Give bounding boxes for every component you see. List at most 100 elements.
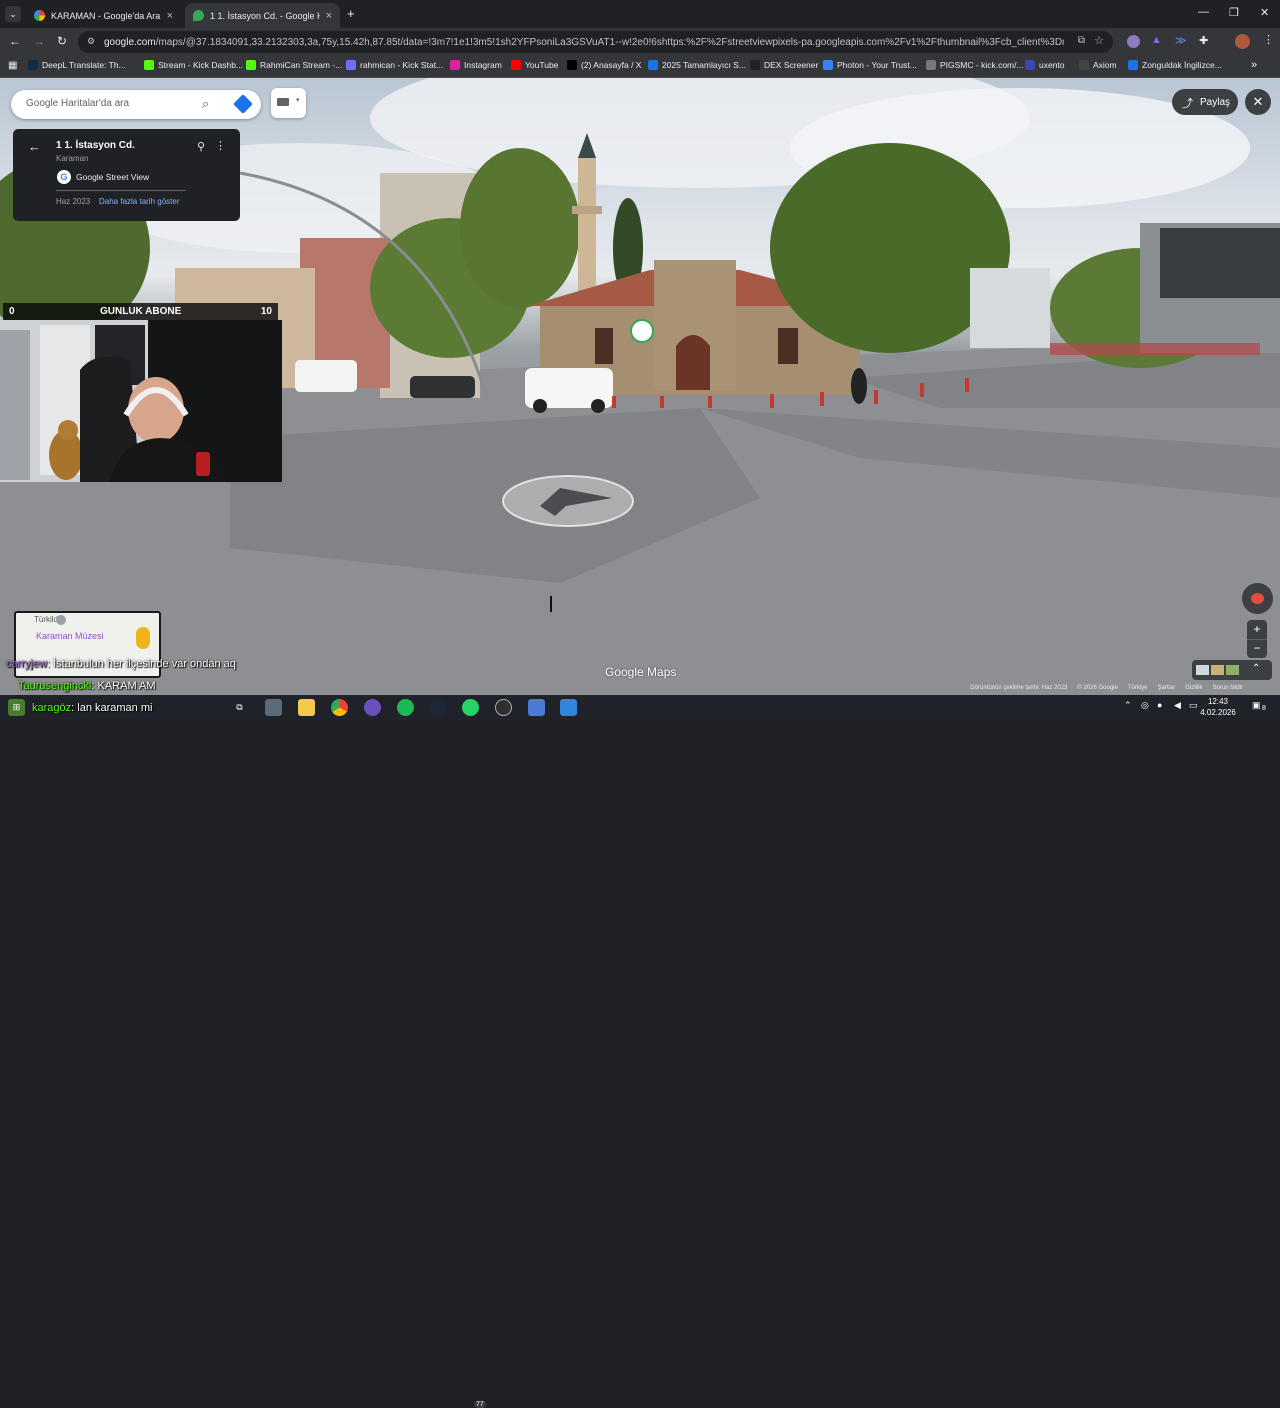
bookmark-item[interactable]: 2025 Tamamlayıcı S...: [648, 60, 746, 70]
network-icon[interactable]: ▭: [1189, 700, 1198, 711]
tab-search-button[interactable]: ⌄: [5, 6, 21, 22]
keyboard-icon: [277, 98, 289, 106]
bookmark-item[interactable]: Axiom: [1079, 60, 1117, 70]
back-arrow-icon[interactable]: ←: [28, 139, 41, 154]
taskbar: ⊞ ⧉ 77 ⌃ ◎ ● ◀ ▭ ▣ 8: [0, 695, 1280, 1408]
app-icon[interactable]: [560, 699, 577, 716]
reload-icon[interactable]: ↻: [57, 34, 67, 48]
footer-country[interactable]: Türkiye: [1128, 685, 1148, 695]
directions-icon[interactable]: [233, 94, 253, 114]
restore-icon[interactable]: ❐: [1229, 6, 1239, 19]
kick-icon: [144, 60, 154, 70]
whatsapp-icon[interactable]: [462, 699, 479, 716]
chrome-icon[interactable]: [331, 699, 348, 716]
install-app-icon[interactable]: ⧉: [1078, 35, 1085, 46]
bookmark-label: rahmican - Kick Stat...: [360, 60, 444, 70]
layers-button[interactable]: ▾: [271, 88, 306, 118]
zoom-out-button[interactable]: −: [1247, 639, 1267, 658]
bookmark-item[interactable]: DeepL Translate: Th...: [28, 60, 126, 70]
bookmark-label: Axiom: [1093, 60, 1117, 70]
system-clock[interactable]: 12:43 4.02.2026: [1198, 696, 1238, 718]
minimize-icon[interactable]: —: [1198, 6, 1209, 18]
spotify-icon[interactable]: [397, 699, 414, 716]
bookmark-item[interactable]: YouTube: [511, 60, 558, 70]
apps-grid-icon[interactable]: ▦: [8, 60, 17, 71]
address-bar[interactable]: ⚙ google.com/maps/@37.1834091,33.2132303…: [78, 31, 1113, 53]
bookmark-item[interactable]: (2) Anasayfa / X: [567, 60, 641, 70]
compass-icon[interactable]: [1242, 583, 1273, 614]
notification-count: 8: [1262, 705, 1266, 712]
app-icon[interactable]: [265, 699, 282, 716]
back-icon[interactable]: ←: [9, 34, 21, 48]
forward-icon[interactable]: →: [33, 34, 45, 48]
extensions-puzzle-icon[interactable]: ✚: [1199, 34, 1208, 47]
photon-icon: [823, 60, 833, 70]
close-street-view-button[interactable]: ✕: [1245, 89, 1271, 115]
pegman-icon: [136, 627, 150, 649]
tray-chevron-icon[interactable]: ⌃: [1124, 700, 1132, 711]
search-icon[interactable]: ⌕: [202, 96, 209, 112]
tab-google-maps[interactable]: 1 1. İstasyon Cd. - Google Harit ×: [185, 3, 340, 28]
obs-icon[interactable]: [495, 699, 512, 716]
site-info-icon[interactable]: ⚙: [87, 36, 95, 47]
bookmark-item[interactable]: DEX Screener: [750, 60, 818, 70]
bookmark-star-icon[interactable]: ☆: [1094, 34, 1104, 47]
thumbnail[interactable]: [1226, 665, 1239, 675]
compass-needle-icon: [1251, 593, 1264, 604]
tab-google-search[interactable]: KARAMAN - Google'da Ara ×: [26, 3, 181, 28]
bookmark-item[interactable]: Zonguldak İngilizce...: [1128, 60, 1222, 70]
more-bookmarks-icon[interactable]: »: [1251, 59, 1257, 71]
app-icon[interactable]: [528, 699, 545, 716]
chat-message: carryjew: İstanbulun her ilçesinde var o…: [6, 658, 236, 670]
app-icon[interactable]: [364, 699, 381, 716]
clock-date: 4.02.2026: [1200, 708, 1236, 717]
place-subtitle: Karaman: [56, 154, 89, 163]
more-dates-link[interactable]: Daha fazla tarih göster: [99, 197, 180, 206]
footer-terms[interactable]: Şartlar: [1158, 685, 1176, 695]
browser-menu-icon[interactable]: ⋮: [1263, 33, 1274, 46]
zoom-in-button[interactable]: +: [1247, 620, 1267, 639]
start-icon[interactable]: ⊞: [8, 699, 25, 716]
share-button[interactable]: ⤴ Paylaş: [1172, 89, 1238, 115]
extension-icon[interactable]: ▲: [1151, 34, 1162, 46]
microphone-icon[interactable]: ●: [1157, 700, 1162, 710]
extension-icon[interactable]: [1127, 35, 1140, 48]
thumbnail[interactable]: [1211, 665, 1224, 675]
file-explorer-icon[interactable]: [298, 699, 315, 716]
chat-message: karagöz: lan karaman mi: [32, 702, 152, 714]
whatsapp-badge: 77: [474, 1401, 486, 1408]
bookmark-item[interactable]: RahmiCan Stream -...: [246, 60, 342, 70]
expand-icon[interactable]: ⌃: [1252, 663, 1260, 674]
maps-search-box[interactable]: Google Haritalar'da ara ⌕: [11, 90, 261, 119]
bookmark-label: uxento: [1039, 60, 1065, 70]
tab-close-icon[interactable]: ×: [167, 10, 173, 22]
bookmark-item[interactable]: rahmican - Kick Stat...: [346, 60, 443, 70]
tab-close-icon[interactable]: ×: [326, 10, 332, 22]
uxento-icon: [1025, 60, 1035, 70]
window-close-icon[interactable]: ✕: [1260, 6, 1269, 19]
location-pin-icon[interactable]: ⚲: [197, 140, 205, 153]
imagery-thumbnails[interactable]: ⌃: [1192, 660, 1272, 680]
thumbnail[interactable]: [1196, 665, 1209, 675]
steam-icon[interactable]: [429, 699, 446, 716]
footer-capture-date: Görüntünün çekilme tarihi: Haz 2023: [970, 685, 1068, 691]
extension-icon[interactable]: ≫: [1175, 34, 1187, 47]
minimap-poi-label: Karaman Müzesi: [36, 631, 104, 641]
bookmark-item[interactable]: Instagram: [450, 60, 502, 70]
notification-icon[interactable]: ▣: [1252, 700, 1261, 711]
footer-report[interactable]: Sorun bildir: [1213, 685, 1243, 695]
new-tab-button[interactable]: +: [347, 6, 355, 21]
more-options-icon[interactable]: ⋮: [215, 139, 226, 152]
bookmark-item[interactable]: Stream - Kick Dashb...: [144, 60, 243, 70]
tray-icon[interactable]: ◎: [1141, 700, 1149, 711]
avatar[interactable]: [1235, 34, 1250, 49]
bookmark-item[interactable]: uxento: [1025, 60, 1065, 70]
bookmark-item[interactable]: Photon - Your Trust...: [823, 60, 917, 70]
footer-privacy[interactable]: Gizlilik: [1185, 685, 1202, 695]
sub-goal-bar: 0 GUNLUK ABONE 10: [3, 303, 278, 320]
divider: [56, 190, 186, 191]
task-view-icon[interactable]: ⧉: [231, 699, 248, 716]
bookmark-item[interactable]: PIGSMC - kick.com/...: [926, 60, 1024, 70]
volume-icon[interactable]: ◀: [1174, 700, 1181, 711]
bookmarks-bar: ▦ DeepL Translate: Th... Stream - Kick Da…: [0, 56, 1280, 78]
